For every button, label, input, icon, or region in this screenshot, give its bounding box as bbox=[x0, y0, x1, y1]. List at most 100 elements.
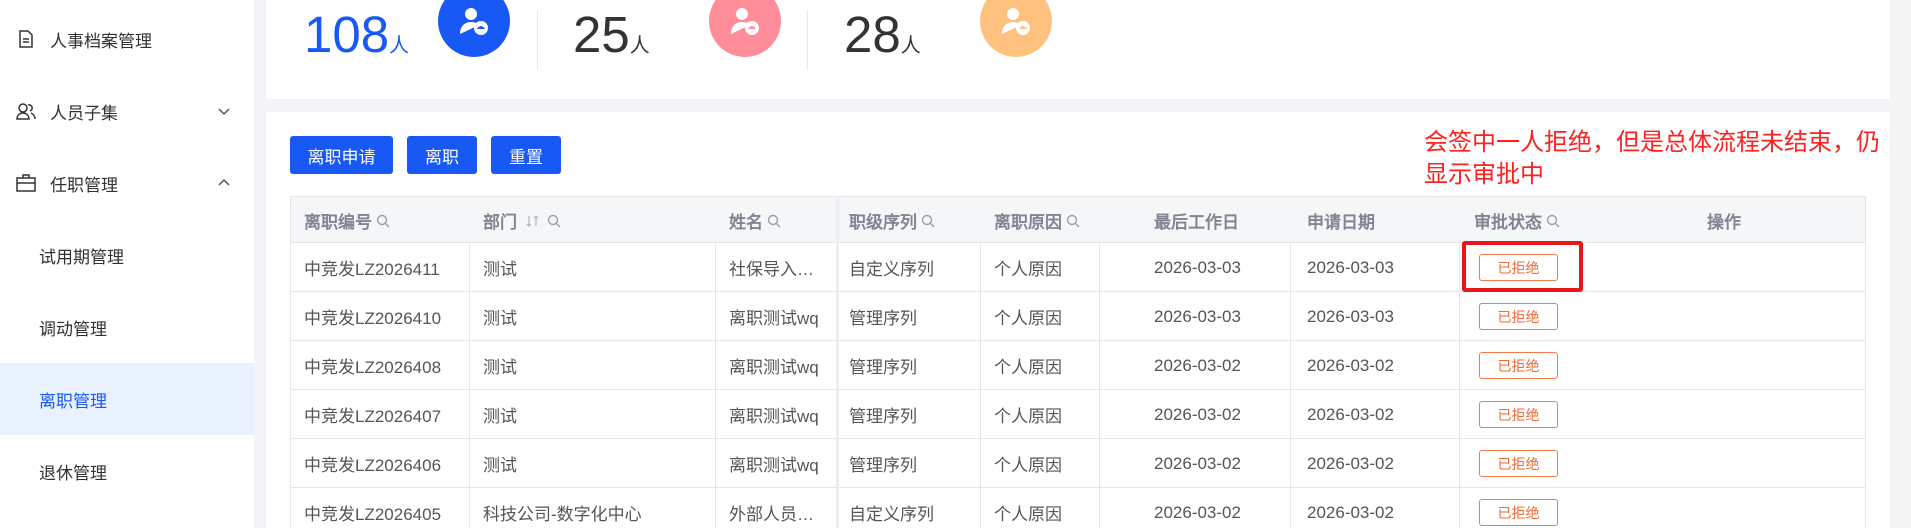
cell-apply-date: 2026-03-02 bbox=[1307, 453, 1394, 473]
cell-rank: 管理序列 bbox=[849, 456, 917, 475]
chevron-up-icon bbox=[216, 175, 232, 191]
column-header-id[interactable]: 离职编号 bbox=[304, 197, 390, 244]
resignation-apply-button[interactable]: 离职申请 bbox=[290, 136, 393, 174]
cell-id: 中竞发LZ2026406 bbox=[304, 456, 442, 475]
sidebar-item-label: 调动管理 bbox=[39, 319, 107, 339]
resign-button[interactable]: 离职 bbox=[407, 136, 477, 174]
sidebar-item-label: 人员子集 bbox=[50, 103, 118, 123]
cell-rank: 自定义序列 bbox=[849, 260, 934, 279]
cell-name: 离职测试wq bbox=[729, 358, 819, 377]
cell-apply-date: 2026-03-02 bbox=[1307, 355, 1394, 375]
sidebar-item-personnel-subset[interactable]: 人员子集 bbox=[0, 75, 254, 147]
reset-button[interactable]: 重置 bbox=[491, 136, 561, 174]
cell-apply-date: 2026-03-02 bbox=[1307, 404, 1394, 424]
column-divider bbox=[980, 243, 981, 528]
stat-value: 25人 bbox=[573, 6, 650, 63]
table-row[interactable]: 中竞发LZ2026408 测试 离职测试wq 管理序列 个人原因 2026-03-02 20… bbox=[290, 341, 1866, 390]
search-icon[interactable] bbox=[1066, 214, 1080, 228]
fixed-column-divider bbox=[836, 196, 839, 528]
cell-apply-date: 2026-03-02 bbox=[1307, 502, 1394, 522]
table-row[interactable]: 中竞发LZ2026410 测试 离职测试wq 管理序列 个人原因 2026-03-03 20… bbox=[290, 292, 1866, 341]
cell-name: 外部人员… bbox=[729, 505, 814, 524]
sidebar-item-label: 任职管理 bbox=[50, 175, 118, 195]
column-header-reason[interactable]: 离职原因 bbox=[994, 197, 1080, 244]
document-icon bbox=[16, 29, 36, 49]
cell-reason: 个人原因 bbox=[994, 456, 1062, 475]
cell-last-day: 2026-03-02 bbox=[1154, 502, 1241, 522]
cell-id: 中竞发LZ2026405 bbox=[304, 505, 442, 524]
cell-reason: 个人原因 bbox=[994, 358, 1062, 377]
column-header-actions: 操作 bbox=[1707, 213, 1741, 232]
table-header: 离职编号 部门 姓名 职级序列 离职原因 最后工作日 申请日期 审批状态 操作 bbox=[290, 196, 1866, 243]
cell-dept: 测试 bbox=[483, 260, 517, 279]
cell-dept: 测试 bbox=[483, 309, 517, 328]
search-icon[interactable] bbox=[547, 214, 561, 228]
cell-dept: 测试 bbox=[483, 358, 517, 377]
cell-id: 中竞发LZ2026407 bbox=[304, 407, 442, 426]
status-badge: 已拒绝 bbox=[1479, 450, 1558, 477]
sidebar-item-personnel-archive[interactable]: 人事档案管理 bbox=[0, 3, 254, 75]
user-icon bbox=[709, 0, 781, 57]
stat-divider bbox=[807, 10, 808, 70]
sidebar-item-resignation[interactable]: 离职管理 bbox=[0, 363, 254, 435]
search-icon[interactable] bbox=[1546, 214, 1560, 228]
stats-card: 108人 25人 28人 bbox=[266, 0, 1890, 99]
table-row[interactable]: 中竞发LZ2026411 测试 社保导入… 自定义序列 个人原因 2026-03-03 20… bbox=[290, 243, 1866, 292]
annotation-text: 会签中一人拒绝，但是总体流程未结束，仍显示审批中 bbox=[1424, 129, 1880, 188]
column-divider bbox=[469, 243, 470, 528]
cell-rank: 管理序列 bbox=[849, 309, 917, 328]
stat-divider bbox=[537, 10, 538, 70]
cell-last-day: 2026-03-02 bbox=[1154, 355, 1241, 375]
briefcase-icon bbox=[16, 173, 36, 193]
sidebar-item-label: 退休管理 bbox=[39, 463, 107, 483]
status-badge: 已拒绝 bbox=[1479, 401, 1558, 428]
chevron-down-icon bbox=[216, 103, 232, 119]
column-header-last-day: 最后工作日 bbox=[1154, 213, 1239, 232]
cell-apply-date: 2026-03-03 bbox=[1307, 257, 1394, 277]
cell-name: 社保导入… bbox=[729, 260, 814, 279]
cell-dept: 测试 bbox=[483, 456, 517, 475]
sort-icon[interactable] bbox=[525, 214, 543, 228]
cell-dept: 科技公司-数字化中心 bbox=[483, 505, 642, 524]
sidebar-item-appointment[interactable]: 任职管理 bbox=[0, 147, 254, 219]
search-icon[interactable] bbox=[767, 214, 781, 228]
cell-reason: 个人原因 bbox=[994, 260, 1062, 279]
search-icon[interactable] bbox=[921, 214, 935, 228]
cell-id: 中竞发LZ2026410 bbox=[304, 309, 442, 328]
column-header-apply-date: 申请日期 bbox=[1307, 213, 1375, 232]
sidebar-item-label: 人事档案管理 bbox=[50, 31, 152, 51]
cell-rank: 管理序列 bbox=[849, 358, 917, 377]
cell-dept: 测试 bbox=[483, 407, 517, 426]
table-row[interactable]: 中竞发LZ2026405 科技公司-数字化中心 外部人员… 自定义序列 个人原因 2026… bbox=[290, 488, 1866, 528]
stat-value: 108人 bbox=[304, 6, 410, 63]
cell-id: 中竞发LZ2026408 bbox=[304, 358, 442, 377]
sidebar-item-label: 试用期管理 bbox=[39, 247, 124, 267]
cell-name: 离职测试wq bbox=[729, 309, 819, 328]
column-header-rank[interactable]: 职级序列 bbox=[849, 197, 935, 244]
cell-last-day: 2026-03-03 bbox=[1154, 257, 1241, 277]
sidebar-item-retirement[interactable]: 退休管理 bbox=[0, 435, 254, 507]
cell-rank: 管理序列 bbox=[849, 407, 917, 426]
sidebar-item-probation[interactable]: 试用期管理 bbox=[0, 219, 254, 291]
status-badge: 已拒绝 bbox=[1479, 499, 1558, 526]
cell-reason: 个人原因 bbox=[994, 407, 1062, 426]
status-badge: 已拒绝 bbox=[1479, 303, 1558, 330]
sidebar-item-transfer[interactable]: 调动管理 bbox=[0, 291, 254, 363]
search-icon[interactable] bbox=[376, 214, 390, 228]
sidebar-item-label: 离职管理 bbox=[39, 391, 107, 411]
users-icon bbox=[16, 101, 36, 121]
cell-apply-date: 2026-03-03 bbox=[1307, 306, 1394, 326]
column-divider bbox=[1459, 243, 1460, 528]
table-row[interactable]: 中竞发LZ2026406 测试 离职测试wq 管理序列 个人原因 2026-03-02 20… bbox=[290, 439, 1866, 488]
status-badge: 已拒绝 bbox=[1479, 352, 1558, 379]
column-divider bbox=[715, 243, 716, 528]
cell-reason: 个人原因 bbox=[994, 309, 1062, 328]
user-icon bbox=[438, 0, 510, 57]
cell-last-day: 2026-03-02 bbox=[1154, 404, 1241, 424]
column-header-status[interactable]: 审批状态 bbox=[1474, 197, 1560, 244]
column-header-dept[interactable]: 部门 bbox=[483, 197, 561, 244]
scrollbar[interactable] bbox=[1894, 0, 1911, 528]
column-header-name[interactable]: 姓名 bbox=[729, 197, 781, 244]
cell-reason: 个人原因 bbox=[994, 505, 1062, 524]
table-row[interactable]: 中竞发LZ2026407 测试 离职测试wq 管理序列 个人原因 2026-03-02 20… bbox=[290, 390, 1866, 439]
